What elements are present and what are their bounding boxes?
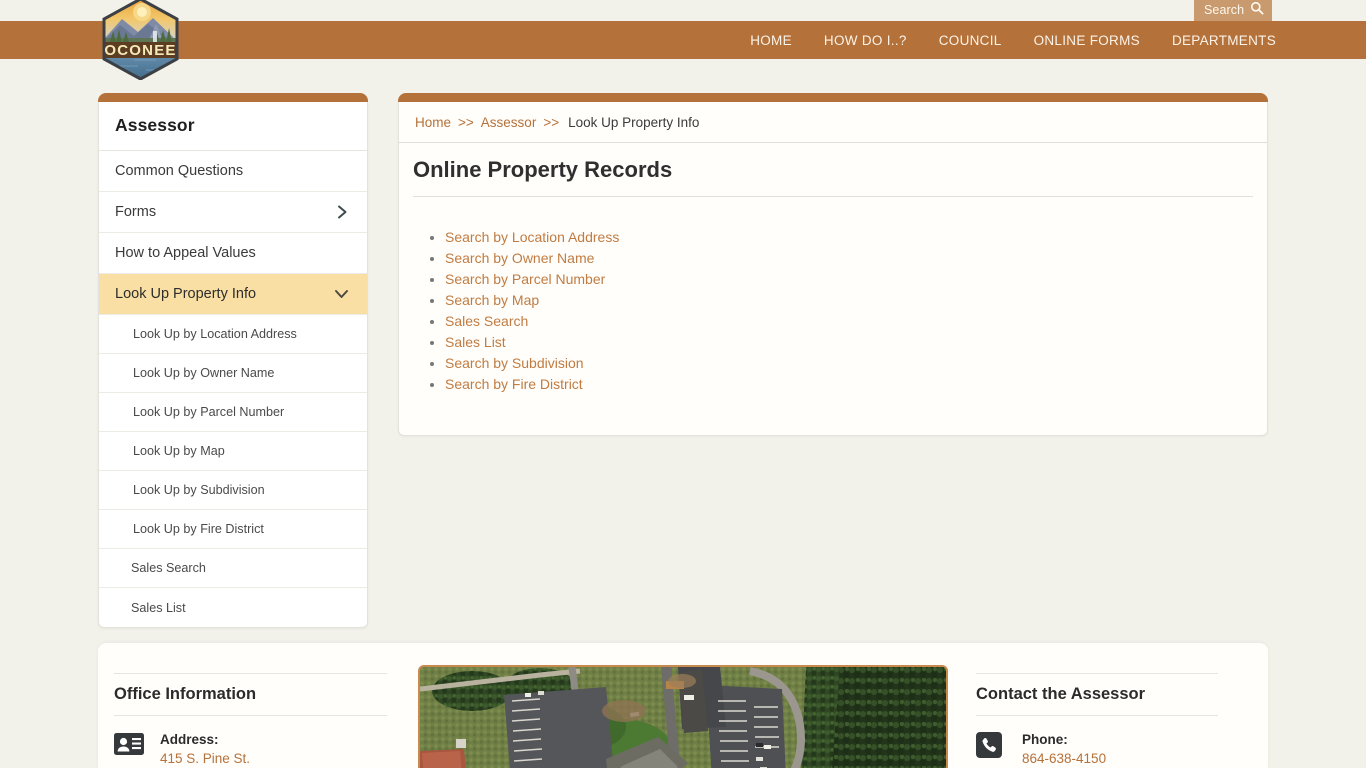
phone-icon [976, 730, 1008, 763]
aerial-photo[interactable] [417, 665, 948, 768]
oconee-county-logo[interactable]: OCONEE [98, 0, 183, 81]
sidebar-item-label: Common Questions [115, 163, 244, 179]
sidebar-top-accent-bar [98, 93, 368, 102]
breadcrumb-item-assessor[interactable]: Assessor [481, 115, 537, 130]
sidebar-subitem-look-up-by-subdivision[interactable]: Look Up by Subdivision [99, 471, 367, 510]
breadcrumb-separator: >> [543, 115, 560, 130]
main-top-accent-bar [398, 93, 1268, 102]
office-address-row: Address: 415 S. Pine St. Walhalla, SC 29… [114, 716, 387, 768]
sidebar-subitem-sales-list[interactable]: Sales List [99, 588, 367, 627]
breadcrumb-item-current: Look Up Property Info [568, 115, 700, 130]
main-content-body: Home >> Assessor >> Look Up Property Inf… [398, 102, 1268, 436]
list-item: Search by Subdivision [445, 353, 1267, 374]
sidebar-item-label: How to Appeal Values [115, 245, 256, 261]
contact-assessor-heading: Contact the Assessor [976, 673, 1218, 716]
top-strip [0, 0, 1366, 21]
main-content-card: Home >> Assessor >> Look Up Property Inf… [398, 93, 1268, 436]
search-label: Search [1204, 3, 1245, 18]
sidebar-body: Assessor Common Questions Forms How to A… [98, 102, 368, 628]
list-item: Search by Location Address [445, 227, 1267, 248]
office-information-heading: Office Information [114, 673, 387, 716]
sidebar-item-label: Look Up Property Info [115, 286, 257, 302]
sidebar-item-how-to-appeal-values[interactable]: How to Appeal Values [99, 233, 367, 274]
aerial-photo-column [405, 643, 960, 768]
office-information-column: Office Information Address: 415 S. Pine … [98, 643, 405, 768]
list-item: Search by Owner Name [445, 248, 1267, 269]
link-search-by-subdivision[interactable]: Search by Subdivision [445, 355, 584, 371]
footer-info-card: Office Information Address: 415 S. Pine … [98, 643, 1268, 768]
office-address-line1[interactable]: 415 S. Pine St. [160, 749, 279, 768]
contact-assessor-column: Contact the Assessor Phone: 864-638-4150 [960, 643, 1252, 768]
breadcrumb: Home >> Assessor >> Look Up Property Inf… [399, 102, 1267, 143]
page-title: Online Property Records [413, 143, 1253, 197]
sidebar-subitem-look-up-by-owner-name[interactable]: Look Up by Owner Name [99, 354, 367, 393]
list-item: Sales Search [445, 311, 1267, 332]
contact-phone-row: Phone: 864-638-4150 [976, 716, 1218, 768]
list-item: Search by Parcel Number [445, 269, 1267, 290]
sidebar-subitem-label: Look Up by Fire District [133, 522, 264, 536]
list-item: Search by Fire District [445, 374, 1267, 395]
sidebar-subitem-label: Look Up by Map [133, 444, 225, 458]
main-navigation-bar: HOME HOW DO I..? COUNCIL ONLINE FORMS DE… [0, 21, 1366, 59]
sidebar-title: Assessor [99, 102, 367, 151]
link-search-by-parcel-number[interactable]: Search by Parcel Number [445, 271, 605, 287]
nav-item-council[interactable]: COUNCIL [939, 33, 1002, 48]
office-address-label: Address: [160, 732, 219, 747]
nav-item-how-do-i[interactable]: HOW DO I..? [824, 33, 907, 48]
breadcrumb-separator: >> [458, 115, 474, 130]
logo-wordmark: OCONEE [104, 42, 176, 59]
sidebar-subitem-look-up-by-map[interactable]: Look Up by Map [99, 432, 367, 471]
contact-phone-label: Phone: [1022, 732, 1068, 747]
link-sales-list[interactable]: Sales List [445, 334, 506, 350]
page-title-wrap: Online Property Records [399, 143, 1267, 197]
sidebar-subitem-look-up-by-location-address[interactable]: Look Up by Location Address [99, 315, 367, 354]
link-search-by-fire-district[interactable]: Search by Fire District [445, 376, 583, 392]
sidebar-subitem-label: Look Up by Owner Name [133, 366, 275, 380]
link-search-by-owner-name[interactable]: Search by Owner Name [445, 250, 594, 266]
breadcrumb-item-home[interactable]: Home [415, 115, 451, 130]
sidebar-subitem-sales-search[interactable]: Sales Search [99, 549, 367, 588]
chevron-down-icon[interactable] [334, 288, 349, 301]
sidebar-subitem-label: Look Up by Parcel Number [133, 405, 285, 419]
search-icon[interactable] [1250, 1, 1264, 20]
link-sales-search[interactable]: Sales Search [445, 313, 528, 329]
sidebar-subitem-label: Look Up by Subdivision [133, 483, 265, 497]
sidebar: Assessor Common Questions Forms How to A… [98, 93, 368, 628]
contact-phone-text: Phone: 864-638-4150 [1022, 730, 1106, 768]
list-item: Sales List [445, 332, 1267, 353]
link-search-by-location-address[interactable]: Search by Location Address [445, 229, 619, 245]
link-search-by-map[interactable]: Search by Map [445, 292, 539, 308]
nav-items: HOME HOW DO I..? COUNCIL ONLINE FORMS DE… [750, 21, 1276, 59]
list-item: Search by Map [445, 290, 1267, 311]
sidebar-subitem-label: Look Up by Location Address [133, 327, 297, 341]
sidebar-subitem-label: Sales Search [131, 561, 206, 575]
sidebar-subitem-look-up-by-parcel-number[interactable]: Look Up by Parcel Number [99, 393, 367, 432]
property-records-link-list: Search by Location Address Search by Own… [399, 197, 1267, 435]
sidebar-subitem-label: Sales List [131, 600, 186, 615]
nav-item-online-forms[interactable]: ONLINE FORMS [1034, 33, 1140, 48]
sidebar-subitem-look-up-by-fire-district[interactable]: Look Up by Fire District [99, 510, 367, 549]
sidebar-item-common-questions[interactable]: Common Questions [99, 151, 367, 192]
contact-phone-value[interactable]: 864-638-4150 [1022, 749, 1106, 768]
sidebar-item-forms[interactable]: Forms [99, 192, 367, 233]
nav-item-departments[interactable]: DEPARTMENTS [1172, 33, 1276, 48]
office-address-text: Address: 415 S. Pine St. Walhalla, SC 29… [160, 730, 279, 768]
sidebar-item-label: Forms [115, 204, 157, 220]
chevron-right-icon[interactable] [336, 205, 349, 220]
sidebar-item-look-up-property-info[interactable]: Look Up Property Info [99, 274, 367, 315]
search-box[interactable]: Search [1194, 0, 1272, 21]
nav-item-home[interactable]: HOME [750, 33, 792, 48]
id-card-icon [114, 730, 146, 761]
